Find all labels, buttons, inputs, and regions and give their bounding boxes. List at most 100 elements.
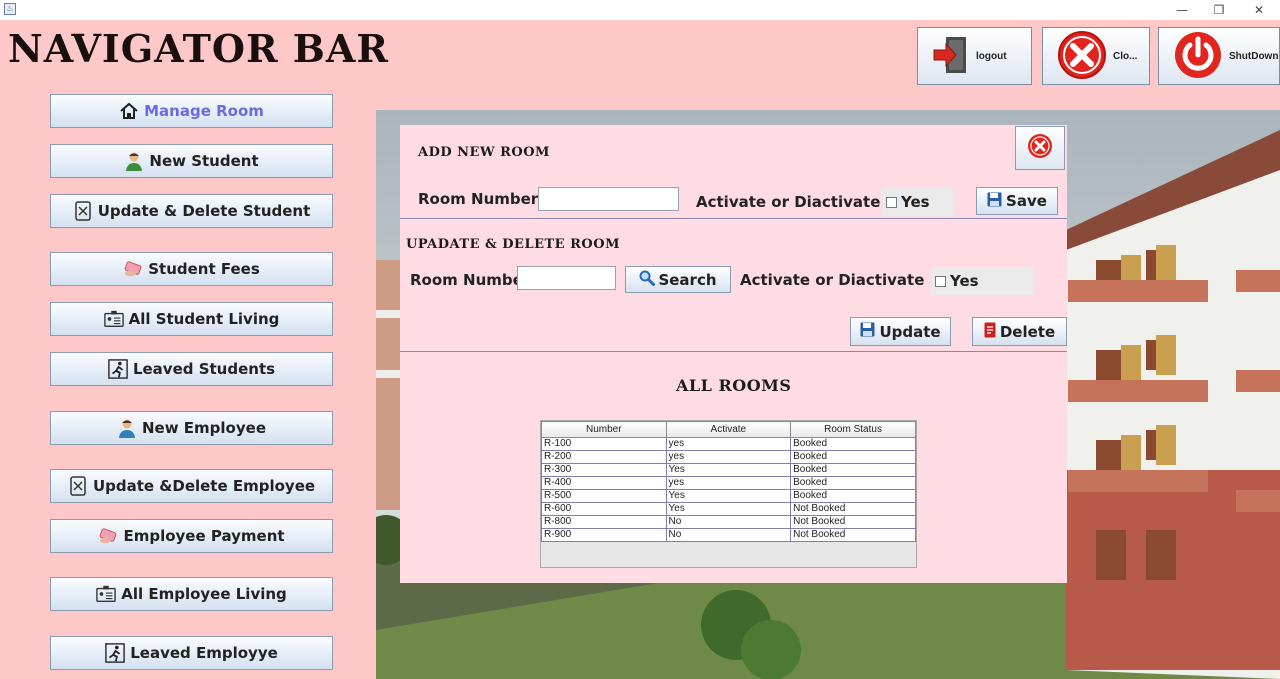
table-row[interactable]: R-400 yes Booked — [541, 476, 916, 490]
close-circle-icon — [1027, 133, 1053, 163]
column-header-activate[interactable]: Activate — [665, 421, 792, 438]
table-row[interactable]: R-100 yes Booked — [541, 437, 916, 451]
cell-room-status: Booked — [790, 489, 916, 503]
close-button[interactable]: Clo... — [1042, 27, 1150, 85]
sidebar-item-leaved-students[interactable]: Leaved Students — [50, 352, 333, 386]
search-button[interactable]: Search — [625, 266, 731, 293]
sidebar-item-label: Student Fees — [148, 260, 260, 278]
cell-room-status: Booked — [790, 476, 916, 490]
section-divider — [400, 218, 1067, 219]
logout-door-icon — [932, 34, 970, 79]
logout-label: logout — [976, 50, 1007, 62]
section-divider — [400, 351, 1067, 352]
money-icon — [98, 526, 118, 546]
sidebar-item-all-employee-living[interactable]: All Employee Living — [50, 577, 333, 611]
column-header-room-status[interactable]: Room Status — [790, 421, 916, 438]
table-row[interactable]: R-200 yes Booked — [541, 450, 916, 464]
sidebar-item-all-student-living[interactable]: All Student Living — [50, 302, 333, 336]
cell-number: R-300 — [541, 463, 667, 477]
rooms-table[interactable]: Number Activate Room Status R-100 yes Bo… — [540, 420, 917, 568]
exit-icon — [105, 643, 125, 663]
sidebar-item-label: Leaved Employye — [130, 644, 278, 662]
cell-number: R-200 — [541, 450, 667, 464]
maximize-button[interactable]: ❐ — [1207, 2, 1231, 18]
sidebar-item-leaved-employye[interactable]: Leaved Employye — [50, 636, 333, 670]
window-titlebar: ♨ — ❐ ✕ — [0, 0, 1280, 20]
close-window-button[interactable]: ✕ — [1247, 2, 1271, 18]
cell-activate: Yes — [665, 489, 792, 503]
save-disk-icon — [860, 322, 875, 341]
sidebar-item-new-student[interactable]: New Student — [50, 144, 333, 178]
search-icon — [639, 270, 656, 290]
add-room-number-label: Room Number — [418, 190, 539, 208]
cell-number: R-100 — [541, 437, 667, 451]
user-icon — [124, 151, 144, 171]
cell-activate: No — [665, 515, 792, 529]
checkbox-label: Yes — [950, 272, 979, 290]
shutdown-button[interactable]: ShutDown — [1158, 27, 1280, 85]
sidebar-item-new-employee[interactable]: New Employee — [50, 411, 333, 445]
sidebar-item-label: All Student Living — [128, 310, 280, 328]
cell-room-status: Not Booked — [790, 528, 916, 542]
exit-icon — [108, 359, 128, 379]
cell-room-status: Not Booked — [790, 515, 916, 529]
table-row[interactable]: R-300 Yes Booked — [541, 463, 916, 477]
update-room-number-input[interactable] — [517, 266, 616, 290]
sidebar-item-label: Update & Delete Student — [97, 202, 311, 220]
sidebar-item-label: Update &Delete Employee — [92, 477, 316, 495]
update-activate-checkbox[interactable]: Yes — [931, 267, 1033, 295]
close-label: Clo... — [1113, 50, 1138, 62]
update-label: Update — [879, 322, 941, 341]
column-header-number[interactable]: Number — [541, 421, 667, 438]
cell-number: R-500 — [541, 489, 667, 503]
checkbox-box[interactable] — [886, 196, 897, 208]
id-card-icon — [103, 309, 124, 329]
table-row[interactable]: R-600 Yes Not Booked — [541, 502, 916, 516]
shutdown-label: ShutDown — [1229, 50, 1279, 62]
save-disk-icon — [987, 192, 1002, 211]
add-activate-label: Activate or Diactivate — [696, 193, 881, 211]
search-label: Search — [658, 270, 717, 289]
cell-activate: yes — [665, 476, 792, 490]
update-activate-label: Activate or Diactivate — [740, 271, 925, 289]
table-row[interactable]: R-500 Yes Booked — [541, 489, 916, 503]
sidebar-item-student-fees[interactable]: Student Fees — [50, 252, 333, 286]
close-circle-icon — [1057, 30, 1107, 83]
checkbox-box[interactable] — [935, 275, 946, 287]
power-icon — [1173, 30, 1223, 83]
minimize-button[interactable]: — — [1170, 2, 1194, 18]
java-icon: ♨ — [4, 3, 16, 15]
cell-activate: No — [665, 528, 792, 542]
cell-number: R-400 — [541, 476, 667, 490]
save-button[interactable]: Save — [976, 187, 1058, 215]
add-room-number-input[interactable] — [538, 187, 679, 211]
table-row[interactable]: R-800 No Not Booked — [541, 515, 916, 529]
panel-close-button[interactable] — [1015, 126, 1065, 170]
sidebar-item-label: Leaved Students — [132, 360, 276, 378]
edit-delete-icon — [68, 476, 88, 496]
page-title: NAVIGATOR BAR — [8, 26, 389, 71]
update-room-title: UPADATE & DELETE ROOM — [406, 237, 620, 252]
logout-button[interactable]: logout — [917, 27, 1032, 85]
all-rooms-title: ALL ROOMS — [676, 376, 792, 395]
cell-room-status: Booked — [790, 437, 916, 451]
id-card-icon — [96, 584, 116, 604]
add-room-title: ADD NEW ROOM — [418, 145, 550, 160]
cell-room-status: Booked — [790, 450, 916, 464]
sidebar-item-label: New Student — [149, 152, 259, 170]
table-row[interactable]: R-900 No Not Booked — [541, 528, 916, 542]
sidebar-item-label: All Employee Living — [121, 585, 287, 603]
sidebar-item-manage-room[interactable]: Manage Room — [50, 94, 333, 128]
sidebar-item-label: Manage Room — [144, 102, 264, 120]
sidebar-item-employee-payment[interactable]: Employee Payment — [50, 519, 333, 553]
sidebar-item-update-delete-employee[interactable]: Update &Delete Employee — [50, 469, 333, 503]
sidebar-item-update-delete-student[interactable]: Update & Delete Student — [50, 194, 333, 228]
cell-number: R-600 — [541, 502, 667, 516]
update-room-number-label: Room Number — [410, 271, 531, 289]
delete-button[interactable]: Delete — [972, 317, 1067, 346]
update-button[interactable]: Update — [850, 317, 951, 346]
cell-room-status: Not Booked — [790, 502, 916, 516]
cell-number: R-900 — [541, 528, 667, 542]
home-icon — [119, 101, 139, 121]
add-activate-checkbox[interactable]: Yes — [882, 188, 953, 216]
